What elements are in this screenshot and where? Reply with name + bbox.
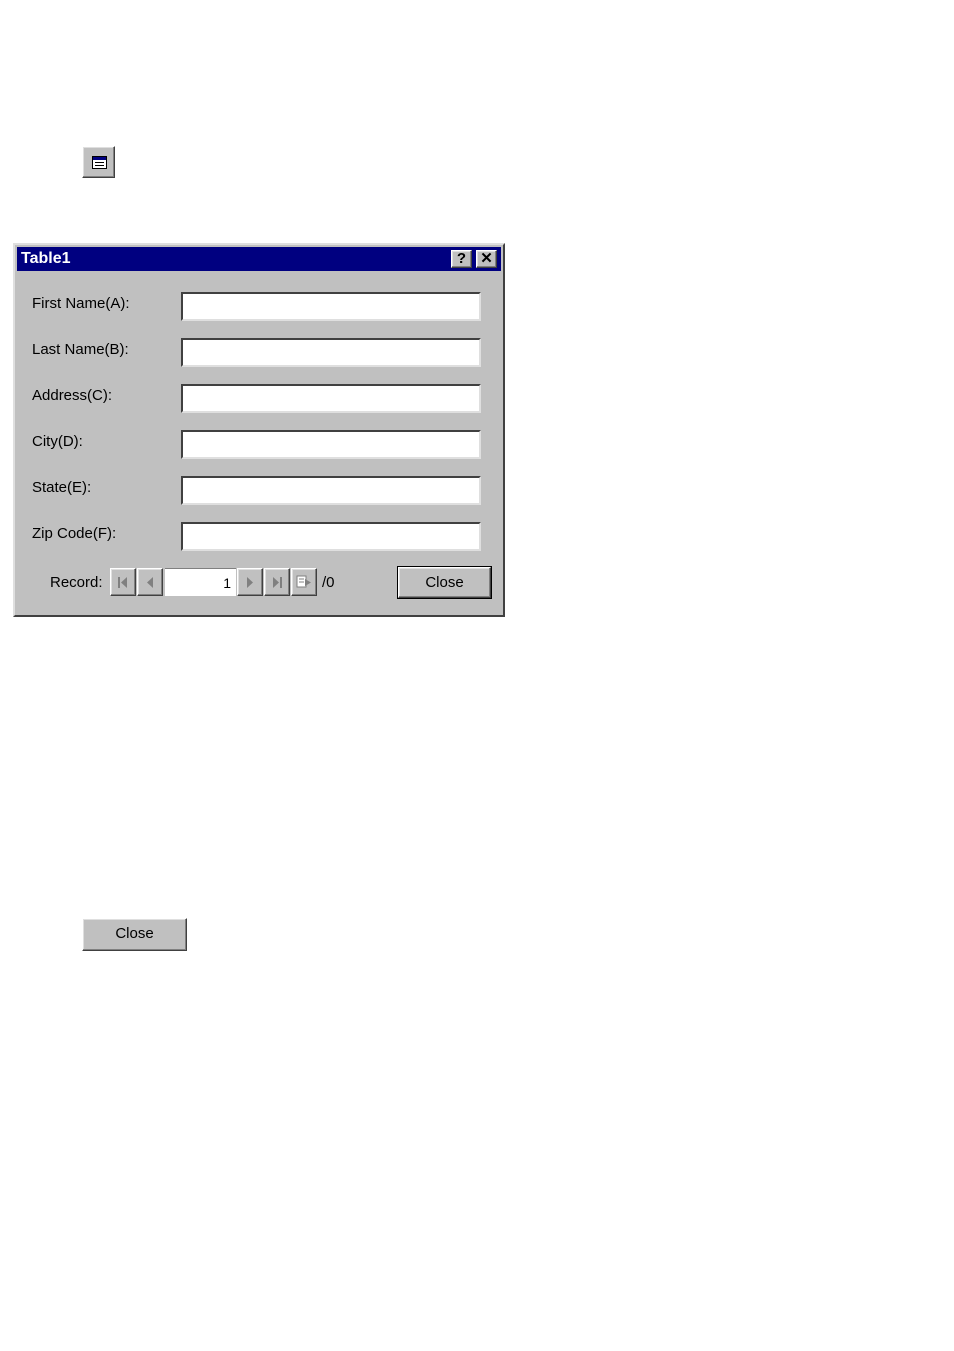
- standalone-close-button[interactable]: Close: [82, 918, 187, 951]
- state-input[interactable]: [181, 476, 481, 505]
- city-label: City(D):: [32, 433, 83, 450]
- new-record-icon: [296, 575, 311, 588]
- new-record-button[interactable]: [291, 568, 317, 596]
- first-name-input[interactable]: [181, 292, 481, 321]
- help-button[interactable]: ?: [451, 250, 472, 268]
- zip-code-input[interactable]: [181, 522, 481, 551]
- last-record-button[interactable]: [264, 568, 290, 596]
- previous-record-button[interactable]: [137, 568, 163, 596]
- next-record-icon: [247, 577, 253, 588]
- city-input[interactable]: [181, 430, 481, 459]
- zip-code-label: Zip Code(F):: [32, 525, 117, 542]
- state-label: State(E):: [32, 479, 92, 496]
- first-record-button[interactable]: [110, 568, 136, 596]
- table1-dialog: Table1 ? ✕ First Name(A): Last Name(B): …: [13, 243, 505, 617]
- address-label: Address(C):: [32, 387, 113, 404]
- record-number-input[interactable]: [165, 568, 236, 596]
- dialog-close-button[interactable]: Close: [397, 566, 492, 599]
- last-record-icon: [273, 577, 282, 588]
- first-name-label: First Name(A):: [32, 295, 130, 312]
- first-record-icon: [118, 577, 127, 588]
- address-input[interactable]: [181, 384, 481, 413]
- form-icon: [92, 156, 107, 169]
- next-record-button[interactable]: [237, 568, 263, 596]
- previous-record-icon: [147, 577, 153, 588]
- close-x-button[interactable]: ✕: [476, 250, 497, 268]
- form-icon-button[interactable]: [82, 146, 115, 178]
- record-label: Record:: [50, 574, 103, 591]
- dialog-close-label: Close: [398, 567, 491, 598]
- last-name-label: Last Name(B):: [32, 341, 129, 358]
- dialog-title: Table1: [21, 250, 71, 267]
- record-total: /0: [322, 574, 335, 591]
- dialog-titlebar: Table1 ? ✕: [17, 247, 501, 271]
- last-name-input[interactable]: [181, 338, 481, 367]
